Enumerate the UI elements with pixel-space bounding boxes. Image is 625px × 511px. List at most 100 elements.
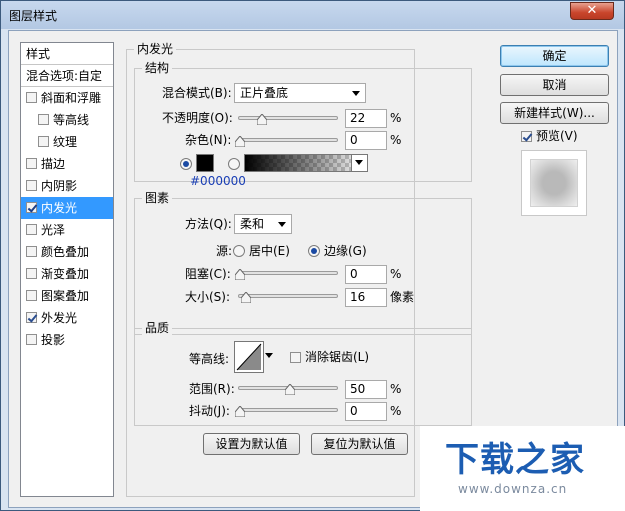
style-item-checkbox[interactable] <box>26 334 37 345</box>
style-item-checkbox[interactable] <box>26 290 37 301</box>
set-default-button[interactable]: 设置为默认值 <box>203 433 300 455</box>
style-item-checkbox[interactable] <box>26 92 37 103</box>
contour-icon <box>236 343 262 371</box>
range-input[interactable]: 50 <box>345 380 387 399</box>
preview-label: 预览(V) <box>536 129 578 143</box>
quality-title: 品质 <box>142 321 173 335</box>
style-item[interactable]: 纹理 <box>21 131 113 153</box>
style-item-label: 斜面和浮雕 <box>41 91 102 105</box>
style-item-checkbox[interactable] <box>26 312 37 323</box>
style-item[interactable]: 描边 <box>21 153 113 175</box>
preview-swatch <box>530 159 578 207</box>
chevron-down-icon <box>278 222 286 227</box>
style-item[interactable]: 投影 <box>21 329 113 351</box>
style-item-label: 内阴影 <box>41 179 78 193</box>
jitter-label: 抖动(J): <box>189 404 230 418</box>
style-item[interactable]: 等高线 <box>21 109 113 131</box>
gradient-picker[interactable] <box>244 154 368 172</box>
opacity-slider-thumb[interactable] <box>257 114 267 125</box>
gradient-radio[interactable] <box>228 158 240 170</box>
range-slider-thumb[interactable] <box>285 384 295 395</box>
style-item[interactable]: 内阴影 <box>21 175 113 197</box>
style-item-checkbox[interactable] <box>26 268 37 279</box>
chevron-down-icon <box>352 91 360 96</box>
blend-options-item[interactable]: 混合选项:自定 <box>21 65 113 87</box>
noise-unit: % <box>390 133 402 147</box>
method-label: 方法(Q): <box>185 217 232 231</box>
contour-label: 等高线: <box>189 352 230 366</box>
range-unit: % <box>390 382 402 396</box>
range-label: 范围(R): <box>189 382 235 396</box>
style-item[interactable]: 颜色叠加 <box>21 241 113 263</box>
ok-button[interactable]: 确定 <box>500 45 609 67</box>
size-unit: 像素 <box>390 290 415 304</box>
opacity-label: 不透明度(O): <box>162 111 233 125</box>
close-icon: ✕ <box>586 3 598 18</box>
style-item-label: 内发光 <box>41 201 78 215</box>
style-item-checkbox[interactable] <box>26 180 37 191</box>
style-item-checkbox[interactable] <box>26 246 37 257</box>
structure-title: 结构 <box>142 61 173 75</box>
styles-header[interactable]: 样式 <box>21 43 113 65</box>
style-item[interactable]: 渐变叠加 <box>21 263 113 285</box>
style-item-checkbox[interactable] <box>26 202 37 213</box>
method-select[interactable]: 柔和 <box>234 214 292 234</box>
contour-picker[interactable] <box>234 341 264 373</box>
elements-title: 图素 <box>142 191 173 205</box>
size-label: 大小(S): <box>185 290 231 304</box>
style-item-label: 投影 <box>41 333 66 347</box>
gradient-dropdown[interactable] <box>351 155 367 171</box>
method-value: 柔和 <box>240 217 265 231</box>
style-item[interactable]: 斜面和浮雕 <box>21 87 113 109</box>
noise-slider-track[interactable] <box>238 138 338 142</box>
opacity-input[interactable]: 22 <box>345 109 387 128</box>
size-slider-thumb[interactable] <box>241 292 252 303</box>
opacity-slider-track[interactable] <box>238 116 338 120</box>
noise-label: 杂色(N): <box>185 133 232 147</box>
jitter-slider-thumb[interactable] <box>235 406 245 417</box>
style-item-checkbox[interactable] <box>26 158 37 169</box>
style-item[interactable]: 内发光 <box>21 197 113 219</box>
preview-checkbox[interactable] <box>521 131 532 142</box>
style-item-label: 纹理 <box>53 135 78 149</box>
choke-slider-thumb[interactable] <box>235 269 245 280</box>
choke-slider-track[interactable] <box>238 271 338 275</box>
jitter-slider-track[interactable] <box>238 408 338 412</box>
noise-input[interactable]: 0 <box>345 131 387 150</box>
blend-mode-select[interactable]: 正片叠底 <box>234 83 366 103</box>
window-title: 图层样式 <box>9 9 58 23</box>
style-item[interactable]: 外发光 <box>21 307 113 329</box>
style-item[interactable]: 光泽 <box>21 219 113 241</box>
color-swatch[interactable] <box>196 154 214 172</box>
anti-alias-checkbox[interactable] <box>290 352 301 363</box>
style-item-checkbox[interactable] <box>26 224 37 235</box>
jitter-input[interactable]: 0 <box>345 402 387 421</box>
style-item-label: 描边 <box>41 157 66 171</box>
blend-mode-value: 正片叠底 <box>240 86 289 100</box>
style-item[interactable]: 图案叠加 <box>21 285 113 307</box>
style-item-label: 等高线 <box>53 113 90 127</box>
close-button[interactable]: ✕ <box>570 2 614 20</box>
title-bar[interactable]: 图层样式 ✕ <box>1 1 624 29</box>
solid-color-radio[interactable] <box>180 158 192 170</box>
source-center-radio[interactable] <box>233 245 245 257</box>
noise-slider-thumb[interactable] <box>235 136 245 147</box>
style-item-label: 渐变叠加 <box>41 267 90 281</box>
watermark: 下载之家 www.downza.cn <box>420 426 625 511</box>
style-item-checkbox[interactable] <box>38 114 49 125</box>
size-input[interactable]: 16 <box>345 288 387 307</box>
reset-default-button[interactable]: 复位为默认值 <box>311 433 408 455</box>
anti-alias-label: 消除锯齿(L) <box>305 350 370 364</box>
style-item-checkbox[interactable] <box>38 136 49 147</box>
source-edge-radio[interactable] <box>308 245 320 257</box>
styles-list: 样式 混合选项:自定 斜面和浮雕等高线纹理描边内阴影内发光光泽 颜色叠加渐变叠加图… <box>20 42 114 497</box>
cancel-button[interactable]: 取消 <box>500 74 609 96</box>
chevron-down-icon[interactable] <box>265 353 273 358</box>
source-center-label: 居中(E) <box>249 244 290 258</box>
choke-input[interactable]: 0 <box>345 265 387 284</box>
style-item-label: 外发光 <box>41 311 78 325</box>
watermark-logo: 下载之家 <box>445 440 585 480</box>
new-style-button[interactable]: 新建样式(W)... <box>500 102 609 124</box>
source-edge-label: 边缘(G) <box>324 244 367 258</box>
size-slider-track[interactable] <box>238 294 338 298</box>
